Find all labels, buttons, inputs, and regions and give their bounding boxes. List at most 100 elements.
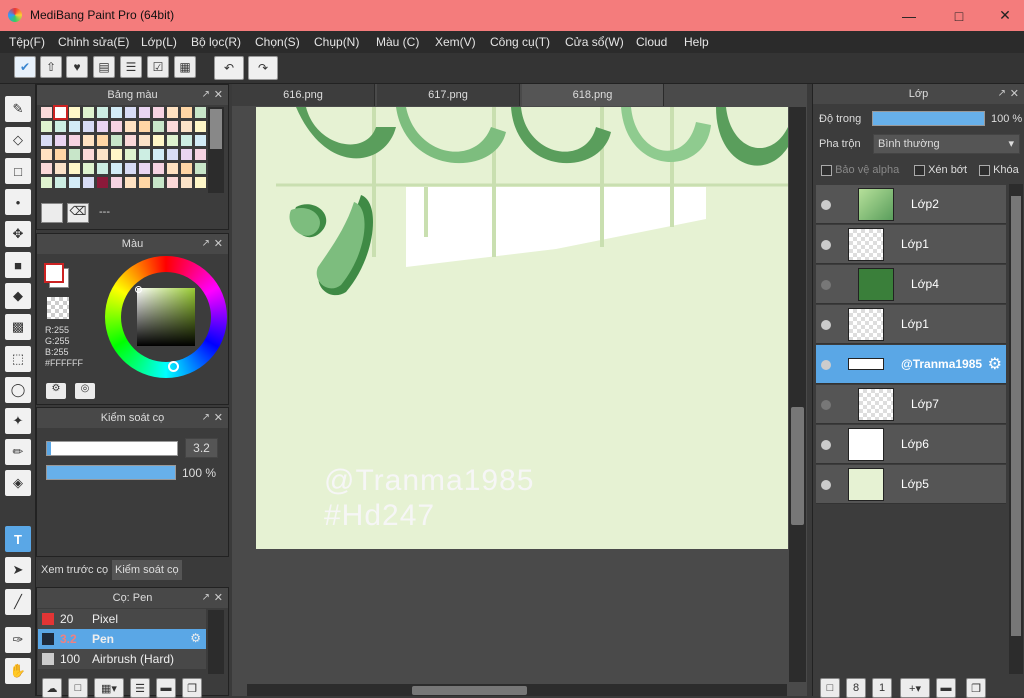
layer-row[interactable]: Lớp4 xyxy=(816,265,1006,304)
palette-swatch[interactable] xyxy=(41,163,52,174)
palette-swatch[interactable] xyxy=(53,105,68,120)
palette-swatch[interactable] xyxy=(125,149,136,160)
palette-swatch[interactable] xyxy=(139,163,150,174)
palette-swatch[interactable] xyxy=(111,149,122,160)
brush-opacity-slider[interactable] xyxy=(46,465,176,480)
close-icon[interactable]: ✕ xyxy=(214,234,223,254)
new-layer-icon[interactable]: □ xyxy=(820,678,840,698)
bucket-icon[interactable]: ◆ xyxy=(5,283,31,309)
palette-swatch[interactable] xyxy=(55,163,66,174)
eye-icon[interactable] xyxy=(821,320,831,330)
eye-icon[interactable] xyxy=(821,200,831,210)
layer-row[interactable]: @Tranma1985 ⚙ xyxy=(816,345,1006,384)
brush-size-slider[interactable] xyxy=(46,441,178,456)
divide-icon[interactable]: ╱ xyxy=(5,589,31,615)
palette-swatch[interactable] xyxy=(181,149,192,160)
palette-swatch[interactable] xyxy=(167,149,178,160)
menu-cloud[interactable]: Cloud xyxy=(636,35,667,49)
minimize-button[interactable]: — xyxy=(886,0,932,31)
share-icon[interactable]: ⇧ xyxy=(40,56,62,78)
redo-button[interactable]: ↷ xyxy=(248,56,278,80)
palette-swatch[interactable] xyxy=(111,121,122,132)
close-icon[interactable]: ✕ xyxy=(1010,84,1019,104)
palette-swatch[interactable] xyxy=(97,163,108,174)
menu-select[interactable]: Chọn(S) xyxy=(255,35,300,49)
palette-swatch[interactable] xyxy=(181,135,192,146)
palette-swatch[interactable] xyxy=(181,163,192,174)
palette-swatch[interactable] xyxy=(167,107,178,118)
palette-swatch[interactable] xyxy=(69,163,80,174)
popout-icon[interactable]: ↗ xyxy=(202,85,210,105)
add-brush-icon[interactable]: ▦▾ xyxy=(94,678,124,698)
palette-swatch[interactable] xyxy=(153,177,164,188)
palette-swatch[interactable] xyxy=(41,135,52,146)
menu-help[interactable]: Help xyxy=(684,35,709,49)
comment-icon[interactable]: ▤ xyxy=(93,56,115,78)
palette-swatch[interactable] xyxy=(195,149,206,160)
magic-wand-icon[interactable]: ✦ xyxy=(5,408,31,434)
fill-shape-icon[interactable]: ■ xyxy=(5,252,31,278)
palette-swatch[interactable] xyxy=(83,135,94,146)
popout-icon[interactable]: ↗ xyxy=(998,84,1006,104)
palette-swatch[interactable] xyxy=(97,177,108,188)
hue-wheel[interactable] xyxy=(105,256,227,378)
layer-row[interactable]: Lớp7 xyxy=(816,385,1006,424)
tab-616[interactable]: 616.png xyxy=(232,84,375,106)
menu-file[interactable]: Tệp(F) xyxy=(9,35,45,49)
palette-swatch[interactable] xyxy=(97,135,108,146)
menu-tools[interactable]: Công cụ(T) xyxy=(490,35,550,49)
palette-swatch[interactable] xyxy=(139,149,150,160)
menu-color[interactable]: Màu (C) xyxy=(376,35,419,49)
palette-swatch[interactable] xyxy=(41,121,52,132)
palette-swatch[interactable] xyxy=(83,177,94,188)
palette-swatch[interactable] xyxy=(83,149,94,160)
close-button[interactable]: ✕ xyxy=(982,0,1024,31)
eye-icon[interactable] xyxy=(821,240,831,250)
select-rect-icon[interactable]: ⬚ xyxy=(5,346,31,372)
trash-icon[interactable]: ⌫ xyxy=(67,203,89,223)
palette-swatch[interactable] xyxy=(195,163,206,174)
folder-icon[interactable]: ▬ xyxy=(156,678,176,698)
palette-swatch[interactable] xyxy=(153,135,164,146)
brush-size-value[interactable]: 3.2 xyxy=(185,438,218,458)
undo-button[interactable]: ↶ xyxy=(214,56,244,80)
palette-swatch[interactable] xyxy=(195,135,206,146)
folder-icon[interactable]: ▬ xyxy=(936,678,956,698)
popout-icon[interactable]: ↗ xyxy=(202,408,210,428)
lock-checkbox[interactable]: Khóa xyxy=(979,164,1019,176)
duplicate-icon[interactable]: ❐ xyxy=(182,678,202,698)
menu-view[interactable]: Xem(V) xyxy=(435,35,476,49)
blend-mode-select[interactable]: Bình thường ▾ xyxy=(873,134,1020,154)
palette-swatch[interactable] xyxy=(55,149,66,160)
palette-swatch[interactable] xyxy=(125,163,136,174)
canvas-vscroll[interactable] xyxy=(789,107,806,682)
palette-swatch[interactable] xyxy=(139,135,150,146)
text-icon[interactable]: T xyxy=(5,526,31,552)
close-icon[interactable]: ✕ xyxy=(214,588,223,608)
eye-icon[interactable] xyxy=(821,280,831,290)
move-icon[interactable]: ✥ xyxy=(5,221,31,247)
layer-opacity-slider[interactable] xyxy=(872,111,985,126)
tab-617[interactable]: 617.png xyxy=(377,84,520,106)
tab-brush-control[interactable]: Kiểm soát cọ xyxy=(112,560,182,580)
palette-swatch[interactable] xyxy=(83,107,94,118)
hand-icon[interactable]: ✋ xyxy=(5,658,31,684)
brush-settings-icon[interactable]: ☰ xyxy=(130,678,150,698)
rectangle-icon[interactable]: □ xyxy=(5,158,31,184)
tab-brush-preview[interactable]: Xem trước cọ xyxy=(38,560,110,580)
palette-swatch[interactable] xyxy=(195,177,206,188)
cloud-download-icon[interactable]: ☁ xyxy=(42,678,62,698)
palette-swatch[interactable] xyxy=(181,177,192,188)
gear-icon[interactable]: ⚙ xyxy=(988,354,1002,374)
palette-swatch[interactable] xyxy=(69,107,80,118)
palette-swatch[interactable] xyxy=(167,121,178,132)
menu-edit[interactable]: Chỉnh sửa(E) xyxy=(58,35,129,49)
palette-swatch[interactable] xyxy=(69,149,80,160)
palette-swatch[interactable] xyxy=(97,149,108,160)
menu-filter[interactable]: Bộ lọc(R) xyxy=(191,35,241,49)
palette-swatch[interactable] xyxy=(153,121,164,132)
eyedropper-icon[interactable]: ✑ xyxy=(5,627,31,653)
close-icon[interactable]: ✕ xyxy=(214,85,223,105)
palette-swatch[interactable] xyxy=(111,163,122,174)
new-palette-icon[interactable] xyxy=(41,203,63,223)
